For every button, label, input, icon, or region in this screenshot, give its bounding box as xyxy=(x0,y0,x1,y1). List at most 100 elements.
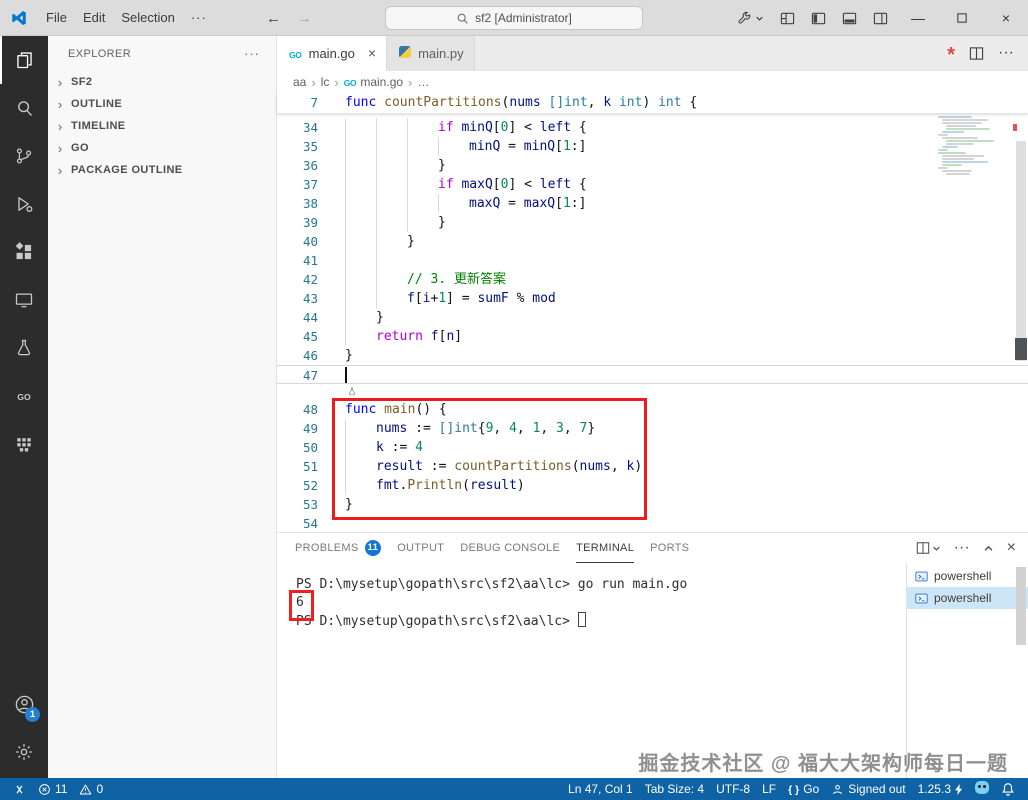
more-actions-icon[interactable]: ··· xyxy=(998,44,1014,62)
status-cursor-position[interactable]: Ln 47, Col 1 xyxy=(563,778,638,800)
code-line-53[interactable]: 53} xyxy=(277,495,1028,514)
line-number[interactable]: 37 xyxy=(277,175,332,194)
more-actions-icon[interactable]: ··· xyxy=(954,539,970,557)
line-number[interactable]: 50 xyxy=(277,438,332,457)
activity-item-remote-explorer[interactable] xyxy=(0,276,48,324)
command-center-search[interactable]: sf2 [Administrator] xyxy=(385,6,643,30)
breadcrumb-item-main-go[interactable]: GO main.go xyxy=(344,75,403,89)
line-number[interactable]: 34 xyxy=(277,118,332,137)
code-line-39[interactable]: 39} xyxy=(277,213,1028,232)
line-number[interactable]: 46 xyxy=(277,346,332,365)
forward-icon[interactable]: → xyxy=(297,10,312,27)
back-icon[interactable]: ← xyxy=(266,10,281,27)
close-window-icon[interactable]: × xyxy=(984,0,1028,36)
more-actions-icon[interactable]: ··· xyxy=(244,46,260,61)
activity-item-source-control[interactable] xyxy=(0,132,48,180)
line-number[interactable]: 48 xyxy=(277,400,332,419)
code-line-49[interactable]: 49 nums := []int{9, 4, 1, 3, 7} xyxy=(277,419,1028,438)
code-line-40[interactable]: 40} xyxy=(277,232,1028,251)
line-number[interactable]: 47 xyxy=(277,366,332,383)
code-line-34[interactable]: 34 if minQ[0] < left { xyxy=(277,118,1028,137)
terminal-instance[interactable]: powershell xyxy=(907,565,1028,587)
line-number[interactable]: 45 xyxy=(277,327,332,346)
layout-panel-icon[interactable] xyxy=(834,0,865,36)
terminal-output[interactable]: PS D:\mysetup\gopath\src\sf2\aa\lc> go r… xyxy=(277,563,906,778)
layout-sidebar-right-icon[interactable] xyxy=(865,0,896,36)
close-panel-icon[interactable]: × xyxy=(1007,539,1016,557)
sidebar-section-timeline[interactable]: › TIMELINE xyxy=(48,115,276,137)
breadcrumb-item-[interactable]: … xyxy=(417,75,429,89)
panel-tab-terminal[interactable]: TERMINAL xyxy=(576,533,635,563)
code-line-37[interactable]: 37 if maxQ[0] < left { xyxy=(277,175,1028,194)
code-line-38[interactable]: 38 maxQ = maxQ[1:] xyxy=(277,194,1028,213)
line-number[interactable]: 44 xyxy=(277,308,332,327)
activity-item-containers[interactable] xyxy=(0,420,48,468)
status-account[interactable]: Signed out xyxy=(826,778,910,800)
asterisk-icon[interactable]: * xyxy=(947,44,955,65)
line-number[interactable]: 52 xyxy=(277,476,332,495)
maximize-panel-icon[interactable] xyxy=(983,543,994,554)
sidebar-section-go[interactable]: › GO xyxy=(48,137,276,159)
line-number[interactable]: 43 xyxy=(277,289,332,308)
status-indentation[interactable]: Tab Size: 4 xyxy=(640,778,709,800)
status-notifications[interactable] xyxy=(996,778,1020,800)
activity-item-account[interactable]: 1 xyxy=(0,680,48,728)
split-editor-icon[interactable] xyxy=(969,46,984,61)
line-number[interactable]: 54 xyxy=(277,514,332,532)
configure-icon[interactable] xyxy=(729,0,772,36)
code-line-54[interactable]: 54 xyxy=(277,514,1028,532)
code-line-45[interactable]: 45 return f[n] xyxy=(277,327,1028,346)
menu-selection[interactable]: Selection xyxy=(113,7,182,28)
code-editor[interactable]: 34 if minQ[0] < left {35 minQ = minQ[1:] 36… xyxy=(277,113,1028,532)
status-errors[interactable]: 11 xyxy=(33,778,72,800)
activity-item-go-extension[interactable]: GO xyxy=(0,372,48,420)
panel-tab-ports[interactable]: PORTS xyxy=(650,533,689,563)
line-number[interactable]: 40 xyxy=(277,232,332,251)
activity-item-explorer[interactable] xyxy=(0,36,48,84)
sidebar-section-outline[interactable]: › OUTLINE xyxy=(48,93,276,115)
status-gopls[interactable] xyxy=(970,778,994,800)
panel-tab-debug-console[interactable]: DEBUG CONSOLE xyxy=(460,533,560,563)
code-line-35[interactable]: 35 minQ = minQ[1:] xyxy=(277,137,1028,156)
close-tab-icon[interactable]: × xyxy=(368,45,376,61)
code-line-41[interactable]: 41 xyxy=(277,251,1028,270)
breadcrumb-item-lc[interactable]: lc xyxy=(321,75,330,89)
line-number[interactable]: 49 xyxy=(277,419,332,438)
line-number[interactable]: 36 xyxy=(277,156,332,175)
menu-overflow-button[interactable]: ··· xyxy=(185,10,213,25)
code-line-47[interactable]: 47 xyxy=(277,365,1028,384)
sticky-scroll-line[interactable]: 7 func countPartitions(nums []int, k int)… xyxy=(277,93,1028,113)
line-number[interactable]: 42 xyxy=(277,270,332,289)
code-line-36[interactable]: 36} xyxy=(277,156,1028,175)
code-line-50[interactable]: 50 k := 4 xyxy=(277,438,1028,457)
activity-item-testing[interactable] xyxy=(0,324,48,372)
line-number[interactable]: 41 xyxy=(277,251,332,270)
menu-file[interactable]: File xyxy=(38,7,75,28)
code-line-43[interactable]: 43 f[i+1] = sumF % mod xyxy=(277,289,1028,308)
terminal-instance[interactable]: powershell xyxy=(907,587,1028,609)
sidebar-section-package-outline[interactable]: › PACKAGE OUTLINE xyxy=(48,159,276,181)
customize-layout-icon[interactable] xyxy=(772,0,803,36)
status-warnings[interactable]: 0 xyxy=(74,778,108,800)
code-line-44[interactable]: 44} xyxy=(277,308,1028,327)
line-number[interactable]: 39 xyxy=(277,213,332,232)
line-number[interactable]: 53 xyxy=(277,495,332,514)
minimize-icon[interactable]: — xyxy=(896,0,940,36)
menu-edit[interactable]: Edit xyxy=(75,7,113,28)
activity-item-run-debug[interactable] xyxy=(0,180,48,228)
activity-item-extensions[interactable] xyxy=(0,228,48,276)
split-terminal-icon[interactable] xyxy=(916,541,941,555)
sidebar-section-sf2[interactable]: › SF2 xyxy=(48,71,276,93)
tab-main-go[interactable]: GO main.go × xyxy=(277,36,388,71)
status-go-version[interactable]: 1.25.3 xyxy=(913,778,968,800)
code-line-42[interactable]: 42 // 3. 更新答案 xyxy=(277,270,1028,289)
layout-sidebar-left-icon[interactable] xyxy=(803,0,834,36)
code-line-52[interactable]: 52 fmt.Println(result) xyxy=(277,476,1028,495)
tab-main-py[interactable]: main.py xyxy=(387,36,475,70)
line-number[interactable]: 51 xyxy=(277,457,332,476)
code-line-48[interactable]: 48 func main() { xyxy=(277,400,1028,419)
activity-item-search[interactable] xyxy=(0,84,48,132)
panel-tab-problems[interactable]: PROBLEMS 11 xyxy=(295,533,382,563)
line-number[interactable]: 38 xyxy=(277,194,332,213)
status-eol[interactable]: LF xyxy=(757,778,781,800)
